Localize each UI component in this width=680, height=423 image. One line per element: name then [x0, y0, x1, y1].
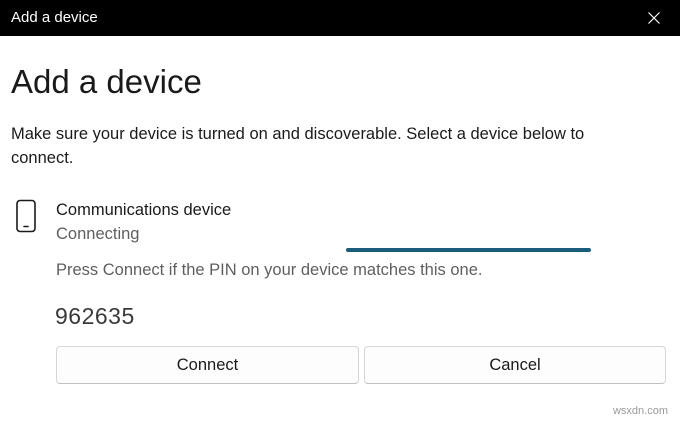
title-bar: Add a device: [0, 0, 680, 36]
page-title: Add a device: [11, 63, 202, 100]
device-status: Connecting: [56, 225, 140, 243]
instructions-text: Make sure your device is turned on and d…: [11, 125, 585, 167]
window-title: Add a device: [11, 9, 98, 26]
progress-indicator: [346, 248, 591, 252]
connect-button[interactable]: Connect: [56, 346, 359, 384]
connecting-progress-bar: [346, 248, 591, 252]
device-name[interactable]: Communications device: [56, 199, 231, 221]
watermark: wsxdn.com: [612, 405, 668, 417]
cancel-button[interactable]: Cancel: [364, 346, 666, 384]
close-icon: [648, 12, 660, 24]
pin-prompt: Press Connect if the PIN on your device …: [56, 261, 483, 279]
pin-code: 962635: [55, 303, 135, 329]
phone-icon: [14, 199, 38, 233]
close-button[interactable]: [628, 0, 680, 36]
